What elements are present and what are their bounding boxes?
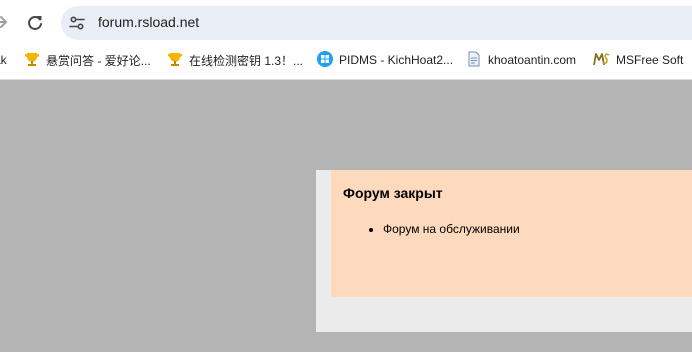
- browser-toolbar: forum.rsload.net: [0, 0, 692, 46]
- bookmarks-bar: ak 悬赏问答 - 爱好论... 在线检测密钥 1.3！...: [0, 46, 692, 80]
- address-bar[interactable]: forum.rsload.net: [61, 6, 692, 40]
- bookmark-item[interactable]: MSFree Soft: [593, 46, 683, 74]
- windows-icon: [317, 50, 339, 70]
- reload-icon[interactable]: [25, 13, 45, 33]
- notice-title: Форум закрыт: [343, 185, 443, 201]
- notice-message-box: Форум закрыт Форум на обслуживании: [331, 170, 692, 297]
- bookmark-label: khoatoantin.com: [488, 53, 577, 67]
- document-icon: [466, 51, 488, 70]
- site-info-tune-icon[interactable]: [67, 13, 87, 33]
- page-content: Форум закрыт Форум на обслуживании: [0, 80, 692, 352]
- bookmark-label: 悬赏问答 - 爱好论...: [46, 53, 151, 68]
- bookmark-item[interactable]: PIDMS - KichHoat2...: [317, 46, 453, 74]
- bookmark-label: 在线检测密钥 1.3！...: [189, 53, 304, 68]
- bookmark-item[interactable]: ak: [0, 46, 7, 74]
- bookmark-item[interactable]: khoatoantin.com: [466, 46, 576, 74]
- bookmark-item[interactable]: 悬赏问答 - 爱好论...: [24, 46, 151, 74]
- bookmark-label: MSFree Soft: [616, 53, 684, 67]
- url-text[interactable]: forum.rsload.net: [98, 14, 199, 30]
- trophy-icon: [24, 51, 46, 70]
- notice-list-item: Форум на обслуживании: [383, 222, 520, 236]
- bookmark-label: PIDMS - KichHoat2...: [339, 53, 454, 67]
- msfree-logo-icon: [593, 51, 616, 70]
- bookmark-item[interactable]: 在线检测密钥 1.3！...: [167, 46, 303, 74]
- bookmark-label: ak: [0, 53, 7, 67]
- notice-panel: Форум закрыт Форум на обслуживании: [316, 170, 692, 332]
- notice-list: Форум на обслуживании: [343, 222, 520, 236]
- forward-arrow-icon[interactable]: [0, 13, 10, 31]
- trophy-icon: [167, 51, 189, 70]
